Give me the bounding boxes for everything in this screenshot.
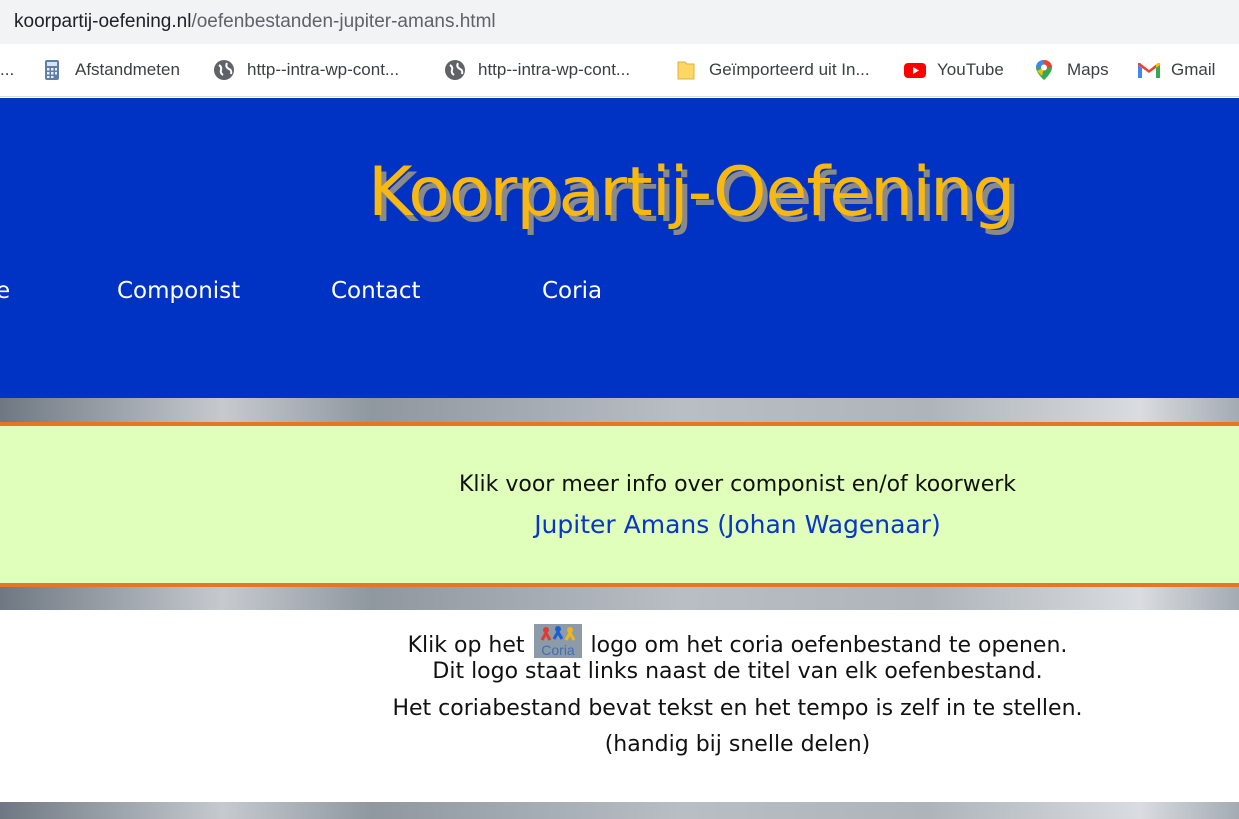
- nav-item-contact[interactable]: Contact: [331, 278, 420, 304]
- metal-divider: [0, 587, 1239, 610]
- nav-item-partial[interactable]: e: [0, 278, 10, 304]
- instruction-text: logo om het coria oefenbestand te openen…: [590, 633, 1068, 658]
- composer-link[interactable]: Jupiter Amans (Johan Wagenaar): [0, 510, 1239, 539]
- site-title: Koorpartij-Oefening: [368, 153, 1015, 232]
- metal-divider: [0, 398, 1239, 422]
- globe-icon: [444, 59, 466, 81]
- bookmark-label: ...: [0, 60, 15, 79]
- gmail-icon: [1137, 59, 1160, 81]
- maps-pin-icon: [1033, 59, 1055, 81]
- bookmark-gmail[interactable]: Gmail: [1137, 57, 1215, 83]
- address-bar[interactable]: koorpartij-oefening.nl/oefenbestanden-ju…: [0, 0, 1239, 44]
- info-prompt: Klik voor meer info over componist en/of…: [458, 472, 1017, 497]
- bookmark-label: Maps: [1067, 60, 1109, 79]
- nav-item-componist[interactable]: Componist: [117, 278, 240, 304]
- instruction-line-1: Klik op het Coria logo om het coria oefe…: [0, 624, 1239, 658]
- bookmark-afstandmeten[interactable]: Afstandmeten: [41, 57, 180, 83]
- site-header: Koorpartij-Oefening e Componist Contact …: [0, 98, 1239, 398]
- bookmark-intra-wp-1[interactable]: http--intra-wp-cont...: [213, 57, 399, 83]
- instructions-section: Klik op het Coria logo om het coria oefe…: [0, 610, 1239, 802]
- url-domain: koorpartij-oefening.nl: [14, 11, 192, 32]
- coria-logo-icon: Coria: [533, 624, 582, 658]
- url-path: /oefenbestanden-jupiter-amans.html: [191, 11, 496, 32]
- bookmark-intra-wp-2[interactable]: http--intra-wp-cont...: [444, 57, 630, 83]
- bookmark-overflow[interactable]: ...: [0, 57, 14, 83]
- youtube-icon: [903, 59, 926, 81]
- instruction-text: Klik op het: [407, 633, 525, 658]
- bookmark-imported-folder[interactable]: Geïmporteerd uit In...: [675, 57, 870, 83]
- coria-logo-text: Coria: [541, 642, 575, 658]
- bookmark-maps[interactable]: Maps: [1033, 57, 1109, 83]
- bookmarks-bar: ... Afstandmeten http--intra-wp-cont... …: [0, 44, 1239, 97]
- bookmark-label: http--intra-wp-cont...: [478, 60, 631, 79]
- nav-item-coria[interactable]: Coria: [542, 278, 602, 304]
- bookmark-label: Geïmporteerd uit In...: [709, 60, 870, 79]
- globe-icon: [213, 59, 235, 81]
- bookmark-label: YouTube: [937, 60, 1004, 79]
- folder-icon: [675, 59, 697, 81]
- bookmark-youtube[interactable]: YouTube: [903, 57, 1004, 83]
- calculator-icon: [41, 59, 63, 81]
- metal-divider: [0, 802, 1239, 819]
- info-panel: Klik voor meer info over componist en/of…: [0, 422, 1239, 587]
- bookmark-label: http--intra-wp-cont...: [247, 60, 400, 79]
- instruction-line-3: Het coriabestand bevat tekst en het temp…: [392, 696, 1083, 721]
- bookmark-label: Afstandmeten: [75, 60, 180, 79]
- instruction-line-2: Dit logo staat links naast de titel van …: [432, 659, 1043, 684]
- instruction-line-4: (handig bij snelle delen): [604, 732, 871, 757]
- bookmark-label: Gmail: [1171, 60, 1216, 79]
